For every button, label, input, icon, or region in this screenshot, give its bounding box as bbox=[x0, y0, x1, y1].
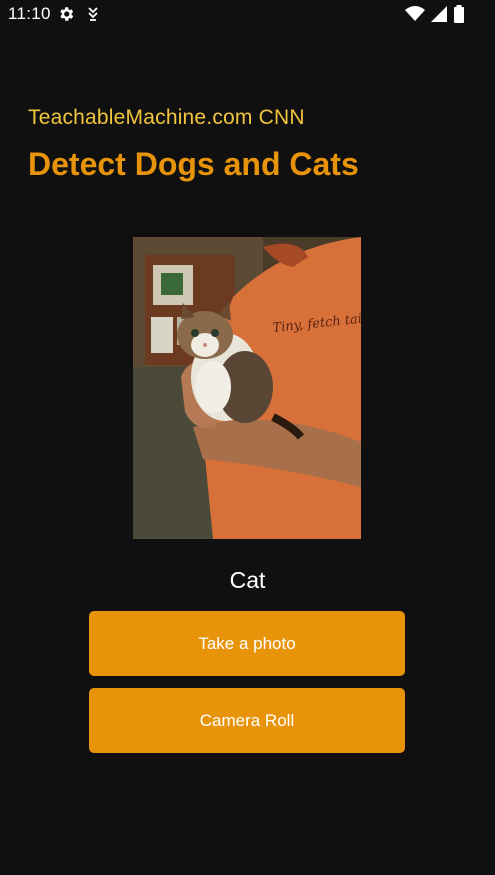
app-screen: 11:10 TeachableMachine.com CNN Detect Do… bbox=[0, 0, 495, 875]
cat-photo-image: Tiny, fetch tail. bbox=[133, 237, 361, 539]
app-subtitle: TeachableMachine.com CNN bbox=[28, 106, 305, 129]
selected-photo: Tiny, fetch tail. bbox=[133, 237, 361, 539]
battery-icon bbox=[454, 5, 464, 23]
status-right-icons bbox=[405, 5, 465, 23]
gear-icon bbox=[60, 7, 74, 21]
status-bar: 11:10 bbox=[0, 0, 495, 28]
wifi-icon bbox=[405, 6, 425, 21]
signal-icon bbox=[431, 6, 447, 22]
app-title: Detect Dogs and Cats bbox=[28, 146, 359, 182]
prediction-label: Cat bbox=[229, 567, 266, 593]
camera-roll-button[interactable]: Camera Roll bbox=[89, 688, 405, 753]
download-icon bbox=[88, 7, 98, 21]
take-photo-button[interactable]: Take a photo bbox=[89, 611, 405, 676]
status-time: 11:10 bbox=[8, 4, 51, 23]
